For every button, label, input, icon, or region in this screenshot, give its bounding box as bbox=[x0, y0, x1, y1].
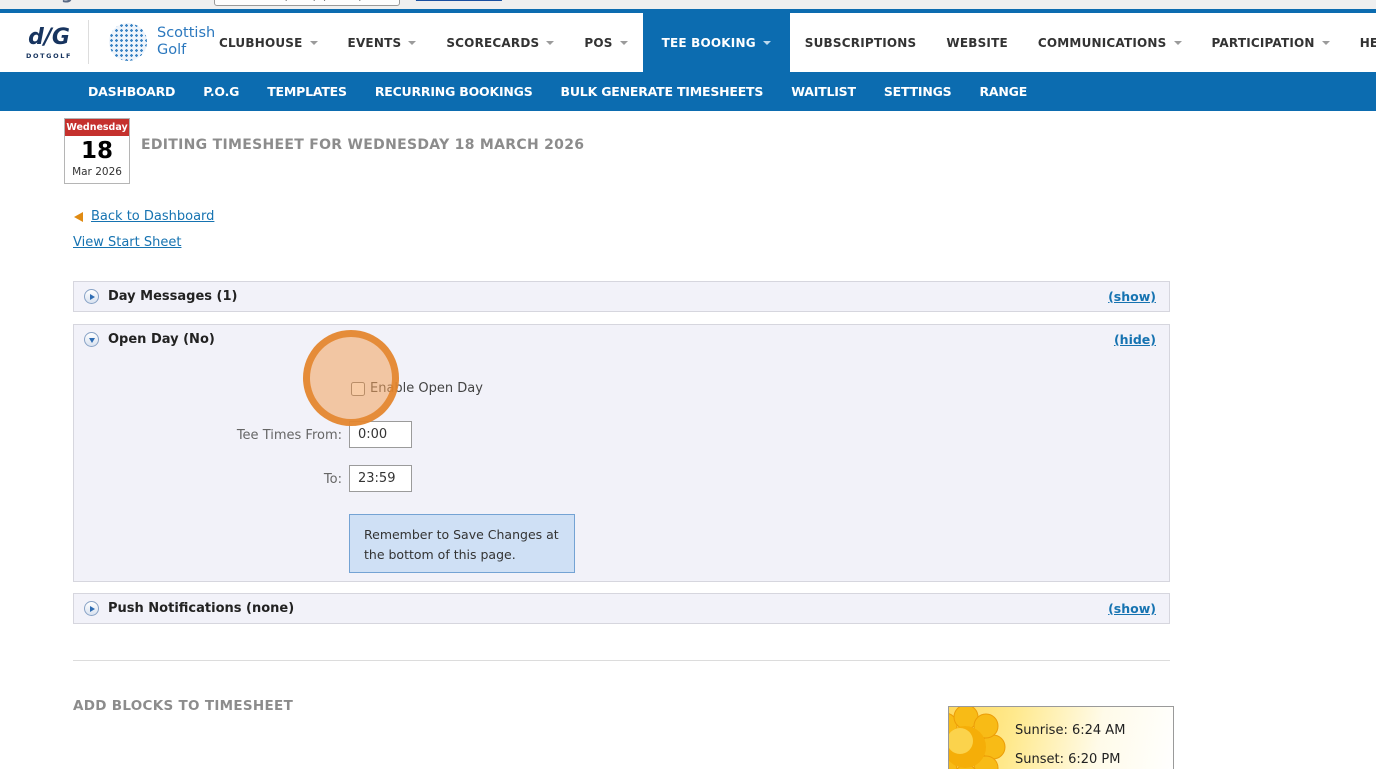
nav-communications[interactable]: COMMUNICATIONS bbox=[1023, 13, 1197, 72]
nav-website[interactable]: WEBSITE bbox=[931, 13, 1022, 72]
sun-icon bbox=[949, 707, 1006, 769]
page-root: dotgolf Staff Access Kotarana (Test) (27… bbox=[0, 0, 1376, 769]
subnav-bulk-generate-timesheets[interactable]: BULK GENERATE TIMESHEETS bbox=[561, 84, 764, 99]
dotgolf-logo: d/G DOTGOLF bbox=[26, 24, 72, 60]
club-products-link[interactable]: Club Products bbox=[416, 0, 502, 2]
nav-subscriptions[interactable]: SUBSCRIPTIONS bbox=[790, 13, 932, 72]
brand-logos[interactable]: d/G DOTGOLF Scottish Golf bbox=[26, 20, 215, 64]
view-start-sheet-link[interactable]: View Start Sheet bbox=[73, 235, 181, 250]
logo-divider bbox=[88, 20, 89, 64]
expand-icon[interactable] bbox=[84, 289, 99, 304]
tee-times-from-label: Tee Times From: bbox=[236, 428, 342, 443]
collapse-icon[interactable] bbox=[84, 332, 99, 347]
club-select-value: Kotarana (Test) (2765) bbox=[223, 0, 363, 2]
tee-times-from-input[interactable] bbox=[349, 421, 412, 448]
date-card-weekday: Wednesday bbox=[65, 119, 129, 136]
push-notifications-panel: Push Notifications (none) (show) bbox=[73, 593, 1170, 624]
subnav-recurring-bookings[interactable]: RECURRING BOOKINGS bbox=[375, 84, 533, 99]
back-arrow-icon bbox=[74, 211, 83, 222]
page-title: EDITING TIMESHEET FOR WEDNESDAY 18 MARCH… bbox=[141, 137, 585, 153]
staff-access-label: Staff Access bbox=[126, 0, 202, 2]
expand-icon[interactable] bbox=[84, 601, 99, 616]
tee-times-to-label: To: bbox=[323, 472, 342, 487]
main-menu: CLUBHOUSE EVENTS SCORECARDS POS TEE BOOK… bbox=[204, 13, 1376, 72]
enable-open-day-row: Enable Open Day bbox=[351, 381, 483, 396]
add-blocks-heading: ADD BLOCKS TO TIMESHEET bbox=[73, 698, 294, 714]
day-messages-title: Day Messages (1) bbox=[108, 289, 238, 304]
enable-open-day-label: Enable Open Day bbox=[370, 381, 483, 396]
dotgolf-caption: DOTGOLF bbox=[26, 51, 72, 60]
chevron-down-icon bbox=[546, 40, 555, 45]
dotgolf-monogram: d/G bbox=[28, 24, 70, 50]
date-card: Wednesday 18 Mar 2026 bbox=[64, 118, 130, 185]
sunrise-text: Sunrise: 6:24 AM bbox=[1015, 723, 1126, 738]
push-notifications-title: Push Notifications (none) bbox=[108, 601, 295, 616]
subnav-templates[interactable]: TEMPLATES bbox=[267, 84, 347, 99]
sunset-text: Sunset: 6:20 PM bbox=[1015, 752, 1121, 767]
main-navigation: d/G DOTGOLF Scottish Golf CLUBHOUSE EVEN… bbox=[0, 13, 1376, 72]
nav-tee-booking[interactable]: TEE BOOKING bbox=[642, 13, 790, 72]
subnav-waitlist[interactable]: WAITLIST bbox=[791, 84, 856, 99]
chevron-down-icon bbox=[408, 40, 417, 45]
back-to-dashboard-link[interactable]: Back to Dashboard bbox=[91, 209, 214, 224]
chevron-down-icon bbox=[1321, 40, 1330, 45]
back-to-dashboard-row: Back to Dashboard bbox=[74, 209, 214, 224]
tee-times-to-input[interactable] bbox=[349, 465, 412, 492]
chevron-down-icon bbox=[762, 40, 771, 45]
nav-participation[interactable]: PARTICIPATION bbox=[1197, 13, 1345, 72]
open-day-hide-link[interactable]: (hide) bbox=[1114, 332, 1156, 347]
nav-scorecards[interactable]: SCORECARDS bbox=[431, 13, 569, 72]
subnav-dashboard[interactable]: DASHBOARD bbox=[88, 84, 175, 99]
date-card-day: 18 bbox=[80, 138, 113, 164]
chevron-down-icon bbox=[309, 40, 318, 45]
subnav-pog[interactable]: P.O.G bbox=[203, 84, 239, 99]
enable-open-day-checkbox[interactable] bbox=[351, 381, 365, 396]
save-changes-reminder: Remember to Save Changes at the bottom o… bbox=[349, 514, 575, 573]
section-divider bbox=[73, 660, 1170, 661]
tee-booking-subnav: DASHBOARD P.O.G TEMPLATES RECURRING BOOK… bbox=[0, 72, 1376, 111]
scottish-golf-ball-icon bbox=[109, 23, 147, 61]
open-day-title: Open Day (No) bbox=[108, 332, 215, 347]
open-day-panel: Open Day (No) (hide) Enable Open Day Tee… bbox=[73, 324, 1170, 582]
nav-events[interactable]: EVENTS bbox=[333, 13, 432, 72]
day-messages-show-link[interactable]: (show) bbox=[1108, 289, 1156, 304]
top-utility-bar: dotgolf Staff Access Kotarana (Test) (27… bbox=[0, 0, 1376, 9]
club-select-dropdown[interactable]: Kotarana (Test) (2765) bbox=[213, 0, 400, 6]
chevron-down-icon bbox=[619, 40, 628, 45]
date-card-month-year: Mar 2026 bbox=[72, 166, 122, 179]
nav-pos[interactable]: POS bbox=[569, 13, 642, 72]
sunrise-sunset-widget: Sunrise: 6:24 AM Sunset: 6:20 PM bbox=[948, 706, 1174, 769]
push-notifications-show-link[interactable]: (show) bbox=[1108, 601, 1156, 616]
subnav-range[interactable]: RANGE bbox=[979, 84, 1027, 99]
dotgolf-wordmark: dotgolf bbox=[26, 0, 102, 4]
day-messages-panel: Day Messages (1) (show) bbox=[73, 281, 1170, 312]
nav-help[interactable]: HELP bbox=[1345, 13, 1376, 72]
nav-clubhouse[interactable]: CLUBHOUSE bbox=[204, 13, 333, 72]
subnav-settings[interactable]: SETTINGS bbox=[884, 84, 952, 99]
chevron-down-icon bbox=[1173, 40, 1182, 45]
